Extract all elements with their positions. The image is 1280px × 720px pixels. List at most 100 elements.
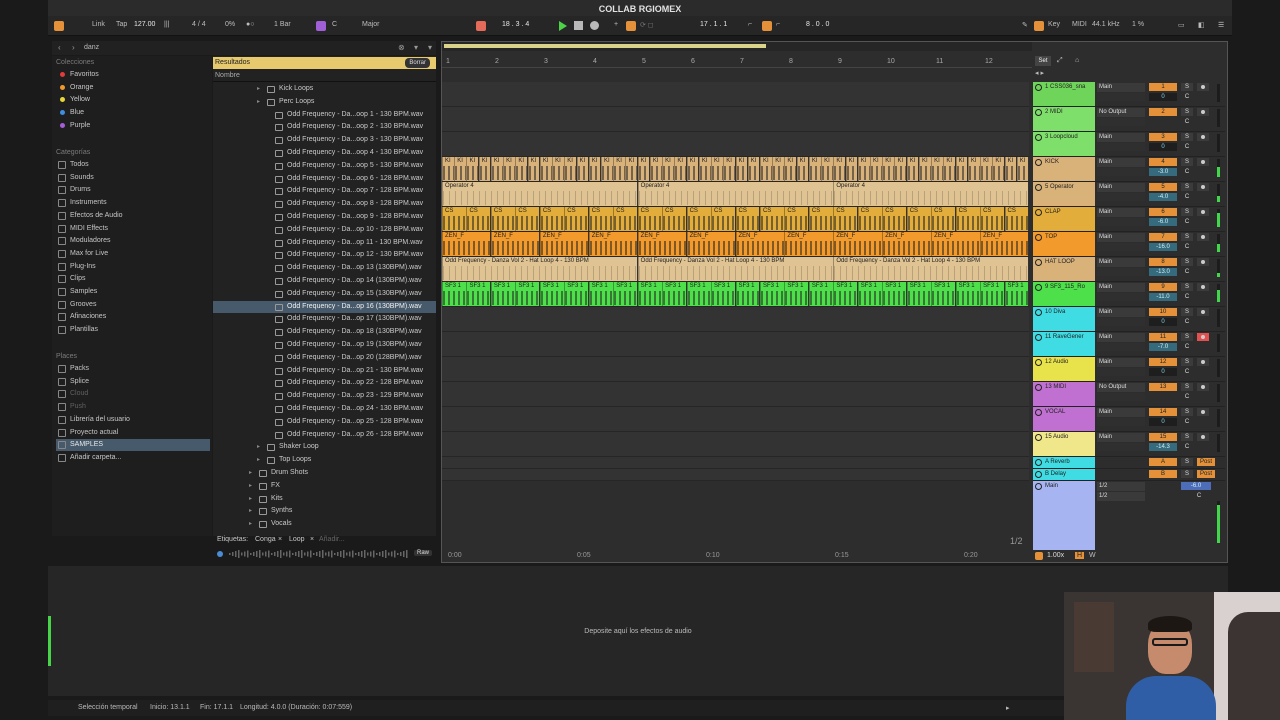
track-lane[interactable]: KI KI KI KI KI KI KI KI KI KI KI KI KI KI KI KI KI KI KI KI…: [442, 157, 1029, 182]
scale-mode-icon[interactable]: [316, 21, 326, 31]
file-row[interactable]: Odd Frequency - Da...op 11 - 130 BPM.wav: [213, 237, 436, 250]
track-header[interactable]: 2 MIDI: [1033, 107, 1095, 131]
clip[interactable]: KI: [992, 157, 1005, 181]
clip[interactable]: KI: [784, 157, 797, 181]
output-sub-routing[interactable]: [1097, 393, 1145, 401]
clip[interactable]: KI: [821, 157, 833, 181]
clip[interactable]: ZEN_F: [442, 232, 491, 256]
scroll-arrows-icon[interactable]: ◂ ▸: [1035, 69, 1044, 77]
loop-bar[interactable]: [442, 42, 1032, 51]
output-routing[interactable]: Main: [1097, 283, 1145, 292]
clip[interactable]: KI: [490, 157, 503, 181]
track-number[interactable]: 13: [1149, 383, 1177, 391]
clip[interactable]: KI: [466, 157, 479, 181]
folder-row[interactable]: ▸ Vocals: [213, 518, 436, 531]
track-header[interactable]: 5 Operator: [1033, 182, 1095, 206]
clip[interactable]: CS: [711, 207, 735, 231]
clip[interactable]: KI: [833, 157, 846, 181]
track-activator-icon[interactable]: [1035, 409, 1042, 416]
clip[interactable]: KI: [686, 157, 699, 181]
output-routing[interactable]: Main: [1097, 158, 1145, 167]
cue-out[interactable]: 1/2: [1097, 482, 1145, 491]
solo-button[interactable]: S: [1181, 383, 1193, 391]
scale-select[interactable]: Major: [362, 21, 380, 28]
solo-button[interactable]: S: [1181, 470, 1193, 478]
tag-chip[interactable]: Loop: [289, 536, 305, 543]
solo-button[interactable]: S: [1181, 83, 1193, 91]
file-row[interactable]: Odd Frequency - Da...op 15 (130BPM).wav: [213, 288, 436, 301]
track-header[interactable]: 15 Audio: [1033, 432, 1095, 456]
return-lane[interactable]: [442, 457, 1029, 469]
track-number[interactable]: 3: [1149, 133, 1177, 141]
clip[interactable]: KI: [894, 157, 907, 181]
clip[interactable]: SF3 1: [613, 282, 638, 306]
collection-item[interactable]: Favoritos: [56, 69, 210, 81]
category-item[interactable]: Plug-Ins: [56, 261, 210, 273]
filter-icon[interactable]: ▾: [414, 43, 418, 52]
clip[interactable]: CS: [613, 207, 638, 231]
track-activator-icon[interactable]: [1035, 209, 1042, 216]
track-activator-icon[interactable]: [1035, 259, 1042, 266]
expand-triangle-icon[interactable]: ▸: [257, 441, 260, 453]
clip[interactable]: KI: [1016, 157, 1029, 181]
volume-field[interactable]: -6.0: [1149, 218, 1177, 226]
output-sub-routing[interactable]: [1097, 293, 1145, 301]
return-lane[interactable]: [442, 469, 1029, 481]
track-header[interactable]: 13 MIDI: [1033, 382, 1095, 406]
category-item[interactable]: Sounds: [56, 172, 210, 184]
file-row[interactable]: Odd Frequency - Da...oop 8 - 128 BPM.wav: [213, 198, 436, 211]
volume-field[interactable]: 0: [1149, 143, 1177, 151]
clip[interactable]: CS: [882, 207, 907, 231]
pan-center[interactable]: C: [1181, 318, 1193, 326]
set-button[interactable]: Set: [1035, 56, 1051, 66]
file-row[interactable]: Odd Frequency - Da...op 23 - 129 BPM.wav: [213, 390, 436, 403]
folder-row[interactable]: ▸ Kick Loops: [213, 83, 436, 96]
volume-field[interactable]: 0: [1149, 93, 1177, 101]
computer-keyboard-icon[interactable]: ▭: [1178, 21, 1185, 29]
metronome-icon[interactable]: ●○: [246, 21, 254, 28]
track-header[interactable]: 3 Loopcloud: [1033, 132, 1095, 156]
clip[interactable]: CS: [955, 207, 980, 231]
clip[interactable]: CS: [980, 207, 1005, 231]
clip[interactable]: CS: [906, 207, 931, 231]
track-activator-icon[interactable]: [1035, 284, 1042, 291]
volume-field[interactable]: -13.0: [1149, 268, 1177, 276]
track-lane[interactable]: [442, 407, 1029, 432]
output-sub-routing[interactable]: [1097, 218, 1145, 226]
file-row[interactable]: Odd Frequency - Da...op 22 - 128 BPM.wav: [213, 377, 436, 390]
clip[interactable]: KI: [759, 157, 772, 181]
expand-triangle-icon[interactable]: ▸: [257, 83, 260, 95]
place-item[interactable]: Librería del usuario: [56, 414, 210, 426]
return-letter[interactable]: A: [1149, 458, 1177, 466]
place-item[interactable]: Cloud: [56, 388, 210, 400]
folder-row[interactable]: ▸ Kits: [213, 493, 436, 506]
output-routing[interactable]: Main: [1097, 183, 1145, 192]
loop-switch-icon[interactable]: [626, 21, 636, 31]
track-number[interactable]: 5: [1149, 183, 1177, 191]
output-sub-routing[interactable]: [1097, 268, 1145, 276]
track-activator-icon[interactable]: [1035, 184, 1042, 191]
file-row[interactable]: Odd Frequency - Da...oop 5 - 130 BPM.wav: [213, 160, 436, 173]
clip[interactable]: KI: [698, 157, 711, 181]
clip[interactable]: KI: [955, 157, 968, 181]
category-item[interactable]: Drums: [56, 184, 210, 196]
clip[interactable]: KI: [552, 157, 564, 181]
track-activator-icon[interactable]: [1035, 134, 1042, 141]
track-activator-icon[interactable]: [1035, 234, 1042, 241]
volume-field[interactable]: 0: [1149, 418, 1177, 426]
output-routing[interactable]: Main: [1097, 133, 1145, 142]
track-number[interactable]: 11: [1149, 333, 1177, 341]
file-row[interactable]: Odd Frequency - Da...op 12 - 130 BPM.wav: [213, 249, 436, 262]
clip[interactable]: KI: [539, 157, 552, 181]
tag-chip[interactable]: Conga: [255, 536, 276, 543]
main-volume[interactable]: -6.0: [1181, 482, 1211, 490]
capture-icon[interactable]: ⟳ ◻: [640, 21, 654, 29]
pan-center[interactable]: C: [1181, 218, 1193, 226]
track-number[interactable]: 14: [1149, 408, 1177, 416]
clip[interactable]: KI: [918, 157, 931, 181]
clip[interactable]: Odd Frequency - Danza Vol 2 - Hat Loop 4…: [442, 257, 638, 281]
track-lane[interactable]: SF3 1 SF3 1 SF3 1 SF3 1 SF3 1 SF3 1 SF3 1 SF3 1…: [442, 282, 1029, 307]
clip[interactable]: KI: [870, 157, 882, 181]
arm-button[interactable]: [1197, 308, 1209, 316]
solo-button[interactable]: S: [1181, 408, 1193, 416]
